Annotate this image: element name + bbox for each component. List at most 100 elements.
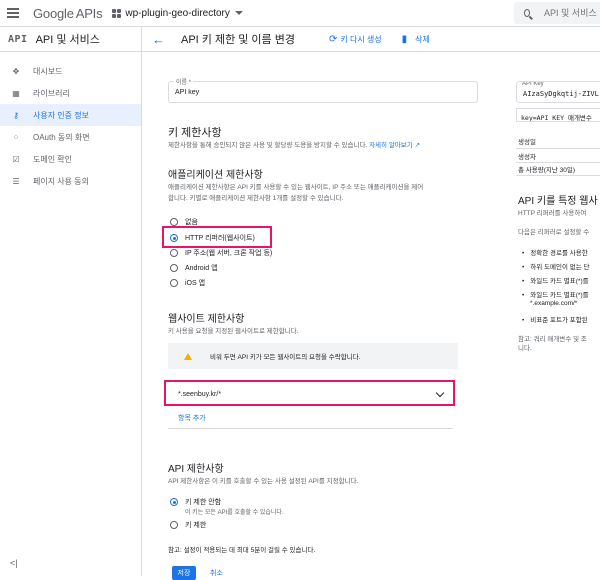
help-bullet: 비표준 포트가 포함된	[522, 314, 587, 324]
radio-button[interactable]	[170, 279, 178, 287]
regenerate-key-button[interactable]: ⟳ 키 다시 생성	[329, 34, 382, 45]
dashboard-icon: ✥	[12, 66, 20, 76]
key-restrictions-desc-text: 제한사항을 통해 승인되지 않은 사용 및 할당량 도용을 방지할 수 있습니다…	[168, 142, 368, 149]
radio-label: Android 앱	[185, 265, 218, 272]
menu-icon[interactable]	[7, 8, 19, 18]
help-bullet: 와일드 카드 별표(*)를	[522, 275, 588, 285]
domain-icon: ☑	[12, 154, 20, 164]
website-restrictions-desc: 키 사용을 요청을 지정된 웹사이트로 제한합니다.	[168, 328, 299, 335]
main-content: 이름 * 키 제한사항 제한사항을 통해 승인되지 않은 사용 및 할당량 도용…	[142, 52, 492, 580]
radio-label: 키 제한	[185, 522, 207, 529]
chevron-down-icon	[234, 11, 243, 15]
radio-button-selected[interactable]	[170, 498, 178, 506]
project-selector[interactable]: wp-plugin-geo-directory	[112, 8, 243, 19]
help-note-1: 참고: 쿼리 매개변수 및 조	[518, 336, 587, 343]
sidebar-title: API 및 서비스	[35, 34, 100, 46]
delete-button[interactable]: ▮ 삭제	[402, 34, 430, 45]
sidebar-item-label: 도메인 확인	[33, 154, 73, 164]
help-bullet: 정확한 경로를 사용한	[522, 247, 587, 257]
sidebar-item-dashboard[interactable]: ✥ 대시보드	[0, 60, 141, 82]
google-apis-logo[interactable]: Google APIs	[33, 5, 103, 21]
radio-label: IP 주소(웹 서버, 크론 작업 등)	[185, 250, 273, 257]
api-option-restrict[interactable]: 키 제한	[170, 520, 206, 530]
api-key-label: API Key	[522, 81, 544, 87]
divider	[516, 175, 600, 176]
sidebar-item-label: 대시보드	[33, 66, 63, 76]
library-icon: ▦	[12, 88, 20, 98]
creator-label: 생성자	[518, 154, 536, 161]
sidebar-header: API API 및 서비스	[0, 27, 141, 52]
app-restrictions-title: 애플리케이션 제한사항	[168, 170, 263, 181]
back-arrow-icon[interactable]: ←	[152, 32, 165, 47]
key-param-field[interactable]: key=API_KEY 매개변수	[516, 108, 600, 122]
help-note-2: 니다.	[518, 345, 532, 352]
add-item-button[interactable]: 항목 추가	[178, 413, 206, 423]
settings-icon: ☰	[12, 176, 20, 186]
key-icon: ⚷	[13, 110, 19, 120]
warning-text: 비워 두면 API 키가 모든 웹사이트의 요청을 수락합니다.	[210, 354, 361, 361]
search-input[interactable]	[544, 8, 600, 18]
help-bullet: 와일드 카드 별표(*)를	[522, 289, 588, 299]
radio-label: 키 제한 안함	[185, 499, 222, 506]
sidebar-item-credentials[interactable]: ⚷ 사용자 인증 정보	[0, 104, 141, 126]
sidebar-item-label: 사용자 인증 정보	[33, 110, 89, 120]
app-restrictions-desc-line2: 합니다. 키별로 애플리케이션 제한사항 1개를 설정할 수 있습니다.	[168, 195, 344, 202]
help-bullet-sub: *.example.com/*	[530, 300, 578, 307]
top-bar: Google APIs wp-plugin-geo-directory	[0, 0, 600, 27]
divider	[516, 148, 600, 149]
page-title: API 키 제한 및 이름 변경	[181, 34, 295, 46]
radio-button[interactable]	[170, 218, 178, 226]
collapse-sidebar-icon[interactable]: <|	[10, 558, 18, 568]
page-header: ← API 키 제한 및 이름 변경 ⟳ 키 다시 생성 ▮ 삭제	[142, 27, 600, 52]
search-icon	[524, 9, 530, 17]
project-icon	[112, 8, 122, 18]
highlight-box-referrer	[164, 380, 455, 406]
usage-label: 총 사용량(지난 30일)	[518, 167, 576, 174]
api-option-no-restriction[interactable]: 키 제한 안함	[170, 497, 221, 507]
name-input[interactable]	[175, 89, 465, 96]
sidebar-item-page-consent[interactable]: ☰ 페이지 사용 동의	[0, 170, 141, 192]
app-option-ip-address[interactable]: IP 주소(웹 서버, 크론 작업 등)	[170, 248, 272, 258]
key-info-panel: API Key AIzaSyDgkqtij-ZIVL key=API_KEY 매…	[492, 52, 600, 576]
api-option-sub: 이 키는 모든 API를 호출할 수 있습니다.	[185, 510, 284, 516]
project-name: wp-plugin-geo-directory	[125, 7, 230, 19]
learn-more-link[interactable]: 자세히 알아보기	[369, 142, 413, 149]
warning-banner: 비워 두면 API 키가 모든 웹사이트의 요청을 수락합니다.	[168, 343, 458, 369]
sidebar-item-label: OAuth 동의 화면	[33, 132, 90, 142]
help-bullet: 하위 도메인이 없는 단	[522, 261, 589, 271]
name-field-label: 이름 *	[174, 77, 194, 86]
app-option-ios[interactable]: iOS 앱	[170, 278, 205, 288]
sidebar-item-library[interactable]: ▦ 라이브러리	[0, 82, 141, 104]
sidebar-item-domain[interactable]: ☑ 도메인 확인	[0, 148, 141, 170]
app-option-android[interactable]: Android 앱	[170, 263, 218, 273]
api-restrictions-title: API 제한사항	[168, 464, 224, 475]
oauth-icon: ⁘	[12, 132, 20, 142]
api-restrictions-desc: API 제한사항은 이 키를 호출할 수 있는 사용 설정된 API를 지정합니…	[168, 478, 359, 485]
sidebar: API API 및 서비스 ✥ 대시보드 ▦ 라이브러리 ⚷ 사용자 인증 정보…	[0, 27, 142, 576]
save-button[interactable]: 저장	[172, 566, 196, 580]
logo-apis: APIs	[75, 5, 103, 21]
sidebar-item-oauth[interactable]: ⁘ OAuth 동의 화면	[0, 126, 141, 148]
sidebar-nav: ✥ 대시보드 ▦ 라이브러리 ⚷ 사용자 인증 정보 ⁘ OAuth 동의 화면…	[0, 60, 141, 192]
trash-icon: ▮	[401, 33, 408, 45]
api-logo-icon: API	[8, 33, 28, 45]
name-field[interactable]: 이름 *	[168, 77, 478, 103]
api-key-value: AIzaSyDgkqtij-ZIVL	[523, 90, 599, 98]
search-box[interactable]	[514, 2, 600, 24]
app-restrictions-desc-line1: 애플리케이션 제한사항은 API 키를 사용할 수 있는 웹사이트, IP 주소…	[168, 184, 424, 191]
website-restrictions-title: 웹사이트 제한사항	[168, 314, 245, 325]
help-heading: API 키를 특정 웹사	[518, 196, 598, 207]
radio-button[interactable]	[170, 249, 178, 257]
radio-button[interactable]	[170, 521, 178, 529]
apply-note: 참고: 설정이 적용되는 데 최대 5분이 걸릴 수 있습니다.	[168, 547, 316, 554]
warning-icon	[184, 352, 192, 360]
app-restrictions-desc: 애플리케이션 제한사항은 API 키를 사용할 수 있는 웹사이트, IP 주소…	[168, 182, 423, 204]
external-link-icon: ↗	[414, 142, 421, 149]
key-restrictions-desc: 제한사항을 통해 승인되지 않은 사용 및 할당량 도용을 방지할 수 있습니다…	[168, 140, 420, 151]
radio-button[interactable]	[170, 264, 178, 272]
cancel-button[interactable]: 취소	[210, 568, 223, 578]
sidebar-item-label: 라이브러리	[33, 88, 70, 98]
help-text-2: 다음은 리퍼러로 설정할 수	[518, 229, 590, 236]
radio-label: iOS 앱	[185, 280, 206, 287]
api-key-field[interactable]: API Key AIzaSyDgkqtij-ZIVL	[516, 81, 600, 103]
